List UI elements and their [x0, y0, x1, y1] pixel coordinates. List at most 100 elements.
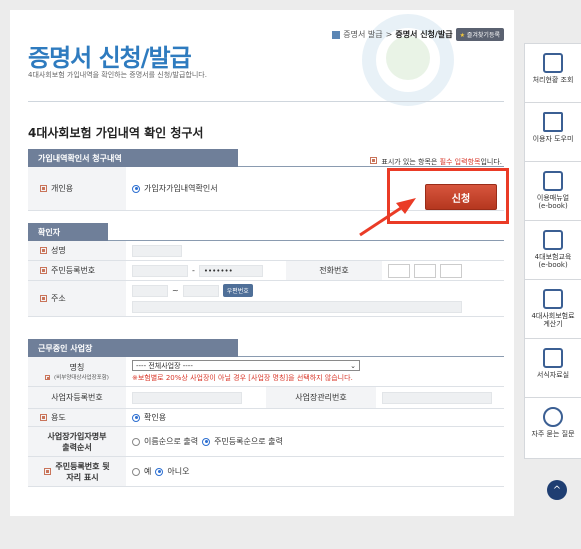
usage-option-label: 가입자가입내역확인서 — [144, 184, 218, 193]
order-name-radio[interactable] — [132, 437, 140, 446]
title-divider — [28, 101, 504, 102]
sidebar-item-label: 4대보험교육 (e-book) — [534, 253, 572, 269]
rrn-back-field: ••••••• — [198, 264, 263, 277]
order-value: 이름순으로 출력 주민등록순으로 출력 — [126, 427, 504, 456]
section-verifier: 확인자 성명 주민등록번호 - ••••••• 전화번호 주소 ~ 우편번호 — [28, 223, 504, 317]
name-field — [132, 244, 182, 257]
calculator-icon — [543, 289, 563, 309]
required-mark-icon — [40, 185, 47, 192]
sidebar-item-helper[interactable]: 이용자 도우미 — [525, 103, 581, 162]
mgmtno-field — [382, 391, 492, 404]
star-icon: ★ — [459, 32, 465, 39]
address-value: ~ 우편번호 — [126, 281, 504, 316]
bizno-value — [126, 387, 266, 408]
sidebar-item-label: 자주 묻는 질문 — [531, 430, 575, 438]
main-content: 증명서 발급 > 증명서 신청/발급 ★ 즐겨찾기등록 증명서 신청/발급 4대… — [10, 10, 514, 516]
rrn-front-field — [132, 264, 188, 277]
chevron-down-icon: ⌄ — [350, 361, 356, 370]
order-rrn-label: 주민등록순으로 출력 — [214, 437, 283, 446]
usage-radio[interactable] — [132, 184, 140, 193]
home-icon[interactable] — [332, 30, 341, 39]
manual-edit-icon — [543, 171, 563, 191]
company-warning: ※보험별로 20%상 사업장이 아닐 경우 [사업장 명칭]을 선택하지 않습니… — [132, 374, 353, 382]
company-value: ---- 전체사업장 ---- ⌄ ※보험별로 20%상 사업장이 아닐 경우 [… — [126, 357, 504, 386]
document-search-icon — [543, 53, 563, 73]
name-row: 성명 — [28, 241, 504, 261]
required-note-prefix: 표시가 있는 항목은 — [381, 158, 440, 166]
order-row: 사업장가입자명부 출력순서 이름순으로 출력 주민등록순으로 출력 — [28, 427, 504, 457]
postal-field-1 — [132, 284, 168, 297]
rrnback-yes-label: 예 — [144, 467, 152, 476]
purpose-value: 확인용 — [126, 409, 504, 426]
required-mark-icon — [40, 295, 47, 302]
company-label-text: 명칭 — [69, 363, 85, 372]
purpose-row: 용도 확인용 — [28, 409, 504, 427]
mgmtno-value — [376, 387, 504, 408]
sidebar-item-label: 4대사회보험료 계산기 — [531, 312, 575, 328]
chat-question-icon — [543, 407, 563, 427]
rrnback-label-text: 주민등록번호 뒷 자리 표시 — [55, 461, 110, 482]
rrnback-value: 예 아니오 — [126, 457, 504, 486]
postal-separator: ~ — [172, 286, 179, 295]
phone-value — [382, 261, 504, 280]
apply-highlight-box: 신청 — [387, 168, 509, 224]
bizno-field — [132, 391, 242, 404]
page-subtitle: 4대사회보험 가입내역을 확인하는 증명서를 신청/발급합니다. — [28, 71, 207, 79]
postal-group: ~ 우편번호 — [132, 284, 253, 297]
form-title: 4대사회보험 가입내역 확인 청구서 — [28, 126, 204, 140]
favorite-button[interactable]: ★ 즐겨찾기등록 — [455, 28, 504, 41]
sidebar-item-calculator[interactable]: 4대사회보험료 계산기 — [525, 280, 581, 339]
sidebar-item-forms[interactable]: 서식자료실 — [525, 339, 581, 398]
rrnback-label-line: 주민등록번호 뒷 자리 표시 — [44, 461, 110, 483]
sidebar-item-label: 이용자 도우미 — [532, 135, 574, 143]
breadcrumb: 증명서 발급 > 증명서 신청/발급 ★ 즐겨찾기등록 — [332, 28, 504, 41]
breadcrumb-separator: > — [385, 30, 393, 39]
required-mark-icon — [40, 247, 47, 254]
breadcrumb-current: 증명서 신청/발급 — [395, 30, 453, 39]
purpose-radio[interactable] — [132, 413, 140, 422]
open-book-icon — [543, 230, 563, 250]
required-mark-icon — [44, 468, 52, 475]
number-row: 사업자등록번호 사업장관리번호 — [28, 387, 504, 409]
address-row: 주소 ~ 우편번호 — [28, 281, 504, 317]
address-label-text: 주소 — [51, 294, 66, 303]
name-value — [126, 241, 504, 260]
phone-field-2[interactable] — [414, 263, 436, 278]
required-mark-icon — [45, 374, 51, 380]
rrnback-row: 주민등록번호 뒷 자리 표시 예 아니오 — [28, 457, 504, 487]
bizno-label: 사업자등록번호 — [28, 387, 126, 408]
required-mark-icon — [40, 267, 47, 274]
favorite-label: 즐겨찾기등록 — [466, 32, 500, 39]
purpose-option-label: 확인용 — [144, 413, 167, 422]
breadcrumb-parent[interactable]: 증명서 발급 — [343, 29, 382, 40]
phone-field-3[interactable] — [440, 263, 462, 278]
phone-label: 전화번호 — [286, 261, 382, 280]
rrnback-no-radio[interactable] — [155, 467, 164, 476]
rrn-label-text: 주민등록번호 — [51, 266, 96, 275]
sidebar-item-education[interactable]: 4대보험교육 (e-book) — [525, 221, 581, 280]
background-emblem-inner — [386, 36, 430, 80]
phone-field-1[interactable] — [388, 263, 410, 278]
company-select[interactable]: ---- 전체사업장 ---- ⌄ — [132, 360, 360, 371]
quick-menu-sidebar: 처리현황 조회 이용자 도우미 이용매뉴얼 (e-book) 4대보험교육 (e… — [524, 43, 581, 459]
rrnback-label: 주민등록번호 뒷 자리 표시 — [28, 457, 126, 486]
rrnback-yes-radio[interactable] — [132, 467, 140, 476]
required-note-suffix: 입니다. — [480, 158, 502, 166]
sidebar-item-label: 처리현황 조회 — [532, 76, 574, 84]
sidebar-item-faq[interactable]: 자주 묻는 질문 — [525, 398, 581, 457]
company-label: 명칭 (비부양대상사업장포함) — [28, 357, 126, 386]
rrn-value: - ••••••• — [126, 261, 286, 280]
required-mark-icon — [370, 157, 378, 164]
purpose-label-text: 용도 — [51, 413, 66, 422]
apply-button[interactable]: 신청 — [425, 184, 497, 210]
postal-code-button[interactable]: 우편번호 — [222, 284, 253, 297]
section-workplace: 근무중인 사업장 명칭 (비부양대상사업장포함) ---- 전체사업장 ----… — [28, 339, 504, 487]
sidebar-item-manual[interactable]: 이용매뉴얼 (e-book) — [525, 162, 581, 221]
required-note: 표시가 있는 항목은 필수 입력항목입니다. — [370, 157, 502, 167]
order-rrn-radio[interactable] — [202, 437, 211, 446]
sidebar-item-status[interactable]: 처리현황 조회 — [525, 44, 581, 103]
name-label: 성명 — [28, 241, 126, 260]
section-header: 확인자 — [28, 223, 504, 241]
scroll-top-button[interactable]: ^ — [547, 480, 567, 500]
usage-label-text: 개인용 — [51, 184, 74, 193]
